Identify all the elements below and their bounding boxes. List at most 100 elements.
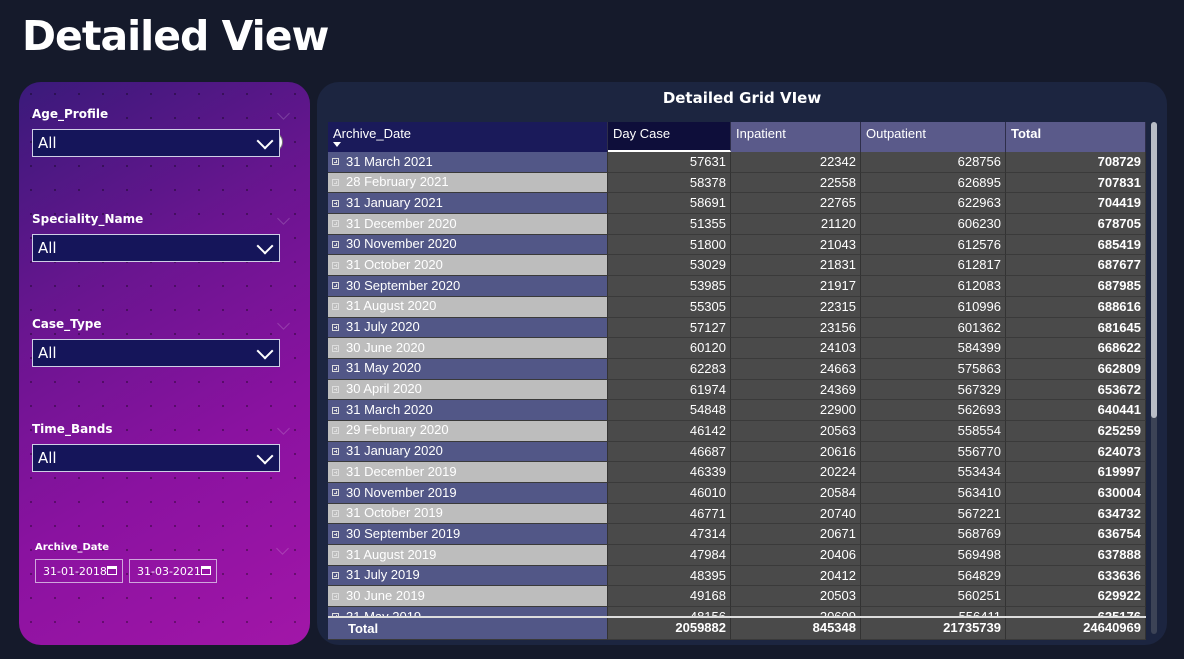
expand-plus-icon[interactable] <box>332 158 339 166</box>
table-row: 31 March 2021 57631 22342 628756 708729 <box>328 152 1146 173</box>
header-inpatient[interactable]: Inpatient <box>731 122 861 152</box>
row-inpatient: 20584 <box>731 483 861 504</box>
row-archive-date[interactable]: 28 February 2021 <box>328 172 608 194</box>
row-inpatient: 20616 <box>731 441 861 463</box>
expand-plus-icon[interactable] <box>332 365 339 373</box>
table-row: 31 December 2019 46339 20224 553434 619997 <box>328 462 1146 483</box>
expand-plus-icon[interactable] <box>332 427 339 435</box>
row-total: 704419 <box>1006 193 1146 215</box>
row-archive-date[interactable]: 31 July 2020 <box>328 317 608 339</box>
table-row: 31 October 2020 53029 21831 612817 687677 <box>328 255 1146 277</box>
row-outpatient: 612083 <box>861 276 1006 297</box>
expand-plus-icon[interactable] <box>332 592 339 600</box>
expand-plus-icon[interactable] <box>332 323 339 331</box>
time-bands-dropdown[interactable]: All <box>32 444 280 472</box>
expand-plus-icon[interactable] <box>332 468 339 476</box>
expand-plus-icon[interactable] <box>332 406 339 414</box>
expand-plus-icon[interactable] <box>332 447 339 455</box>
row-archive-date[interactable]: 31 January 2021 <box>328 193 608 215</box>
expand-plus-icon[interactable] <box>332 344 339 352</box>
expand-plus-icon[interactable] <box>332 220 339 228</box>
table-row: 31 May 2019 4815620609556411625176 <box>328 607 1146 616</box>
row-archive-date[interactable]: 31 July 2019 <box>328 565 608 587</box>
age-profile-dropdown[interactable]: All <box>32 129 280 157</box>
expand-plus-icon[interactable] <box>332 282 339 290</box>
row-date-label: 31 December 2019 <box>346 463 457 479</box>
row-archive-date[interactable]: 30 November 2020 <box>328 234 608 256</box>
row-day-case: 57127 <box>608 317 731 339</box>
row-archive-date[interactable]: 31 May 2020 <box>328 358 608 380</box>
row-archive-date[interactable]: 31 December 2020 <box>328 214 608 235</box>
expand-plus-icon[interactable] <box>332 530 339 538</box>
row-total: 624073 <box>1006 441 1146 463</box>
case-type-dropdown[interactable]: All <box>32 339 280 367</box>
row-archive-date[interactable]: 31 August 2019 <box>328 545 608 566</box>
row-inpatient: 20740 <box>731 503 861 525</box>
row-archive-date[interactable]: 31 October 2020 <box>328 255 608 277</box>
row-archive-date[interactable]: 31 March 2021 <box>328 152 608 173</box>
scrollbar-thumb[interactable] <box>1151 122 1157 418</box>
row-archive-date[interactable]: 31 January 2020 <box>328 441 608 463</box>
time-bands-slicer: Time_Bands All <box>32 422 290 472</box>
expand-plus-icon[interactable] <box>332 241 339 249</box>
table-row: 31 August 2019 47984 20406 569498 637888 <box>328 545 1146 566</box>
row-inpatient: 24663 <box>731 358 861 380</box>
expand-plus-icon[interactable] <box>332 551 339 559</box>
row-archive-date[interactable]: 30 April 2020 <box>328 379 608 401</box>
row-date-label: 30 November 2020 <box>346 236 457 252</box>
expand-plus-icon[interactable] <box>332 179 339 187</box>
total-row: Total 2059882 845348 21735739 24640969 <box>328 616 1146 640</box>
row-archive-date[interactable]: 31 August 2020 <box>328 296 608 318</box>
row-date-label: 31 October 2020 <box>346 256 443 272</box>
header-total[interactable]: Total <box>1006 122 1146 152</box>
calendar-icon[interactable] <box>107 566 117 575</box>
row-archive-date[interactable]: 31 December 2019 <box>328 462 608 483</box>
row-outpatient: 567329 <box>861 379 1006 401</box>
table-body: 31 March 2021 57631 22342 628756 708729 28 Fe… <box>328 152 1146 616</box>
table-row: 30 November 2019 46010 20584 563410 630004 <box>328 483 1146 504</box>
row-total: 625176 <box>1006 607 1146 616</box>
row-outpatient: 575863 <box>861 358 1006 380</box>
row-archive-date[interactable]: 31 May 2019 <box>328 607 608 616</box>
row-outpatient: 622963 <box>861 193 1006 215</box>
header-archive-date[interactable]: Archive_Date <box>328 122 608 152</box>
expand-plus-icon[interactable] <box>332 303 339 311</box>
speciality-name-dropdown[interactable]: All <box>32 234 280 262</box>
row-outpatient: 606230 <box>861 214 1006 235</box>
row-day-case: 48156 <box>608 607 731 616</box>
start-date-input[interactable]: 31-01-2018 <box>35 559 123 583</box>
end-date-input[interactable]: 31-03-2021 <box>129 559 217 583</box>
row-total: 687985 <box>1006 276 1146 297</box>
end-date-value: 31-03-2021 <box>137 564 201 578</box>
row-date-label: 30 June 2019 <box>346 587 425 603</box>
expand-plus-icon[interactable] <box>332 489 339 497</box>
vertical-scrollbar[interactable] <box>1151 122 1157 634</box>
row-archive-date[interactable]: 30 November 2019 <box>328 483 608 504</box>
table-row: 31 December 2020 51355 21120 606230 678705 <box>328 214 1146 235</box>
expand-plus-icon[interactable] <box>332 613 339 616</box>
header-day-case[interactable]: Day Case <box>608 122 731 152</box>
expand-plus-icon[interactable] <box>332 199 339 207</box>
row-archive-date[interactable]: 29 February 2020 <box>328 420 608 442</box>
row-archive-date[interactable]: 30 September 2020 <box>328 276 608 297</box>
table-row: 31 March 2020 54848 22900 562693 640441 <box>328 400 1146 421</box>
total-total: 24640969 <box>1006 618 1146 640</box>
row-archive-date[interactable]: 30 June 2020 <box>328 338 608 359</box>
row-inpatient: 20563 <box>731 420 861 442</box>
dropdown-value: All <box>38 449 57 467</box>
calendar-icon[interactable] <box>201 566 211 575</box>
expand-plus-icon[interactable] <box>332 572 339 580</box>
expand-plus-icon[interactable] <box>332 261 339 269</box>
row-archive-date[interactable]: 31 October 2019 <box>328 503 608 525</box>
row-total: 678705 <box>1006 214 1146 235</box>
row-archive-date[interactable]: 30 September 2019 <box>328 524 608 546</box>
row-archive-date[interactable]: 31 March 2020 <box>328 400 608 421</box>
row-outpatient: 610996 <box>861 296 1006 318</box>
row-day-case: 51355 <box>608 214 731 235</box>
expand-plus-icon[interactable] <box>332 510 339 518</box>
row-total: 668622 <box>1006 338 1146 359</box>
row-day-case: 49168 <box>608 586 731 608</box>
header-outpatient[interactable]: Outpatient <box>861 122 1006 152</box>
expand-plus-icon[interactable] <box>332 385 339 393</box>
row-archive-date[interactable]: 30 June 2019 <box>328 586 608 608</box>
